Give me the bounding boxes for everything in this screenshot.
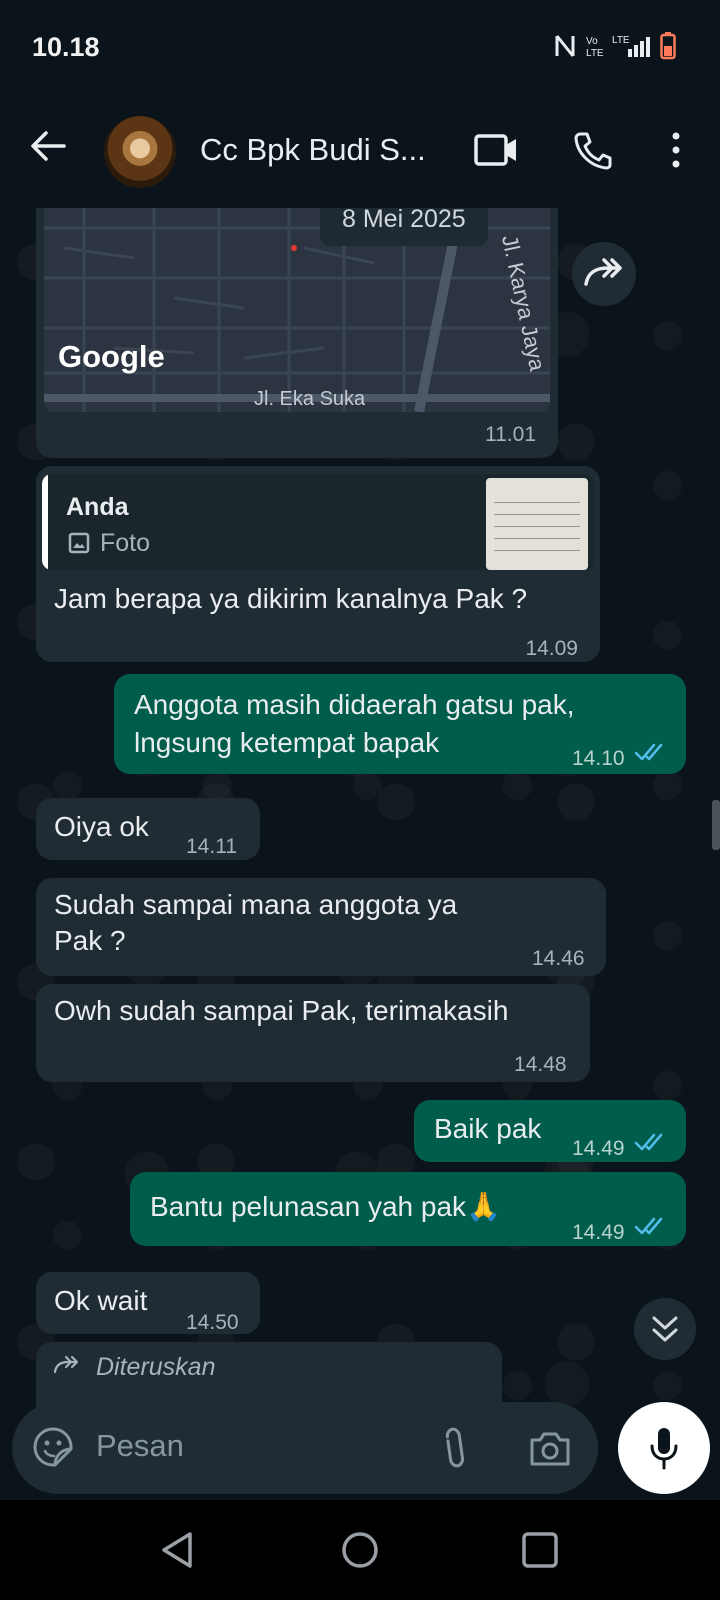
read-ticks-icon — [634, 1217, 663, 1235]
double-chevron-down-icon — [652, 1316, 678, 1342]
forward-icon — [584, 258, 622, 286]
svg-text:LTE: LTE — [586, 48, 604, 59]
battery-icon — [660, 32, 676, 60]
message-text: Anggota masih didaerah gatsu pak, — [134, 689, 575, 720]
nav-back-icon[interactable] — [158, 1530, 198, 1570]
message-time: 14.10 — [572, 747, 625, 770]
message-text: Jam berapa ya dikirim kanalnya Pak ? — [54, 583, 528, 614]
photo-icon — [68, 532, 90, 554]
status-time: 10.18 — [32, 32, 100, 62]
outgoing-message[interactable]: Baik pak 14.49 — [414, 1100, 686, 1162]
street-label: Jl. Eka Suka — [254, 388, 366, 410]
message-time: 14.49 — [572, 1137, 625, 1160]
nav-recents-icon[interactable] — [520, 1530, 560, 1570]
svg-text:LTE: LTE — [612, 35, 630, 46]
message-text: Owh sudah sampai Pak, terimakasih — [54, 995, 509, 1026]
message-time: 14.46 — [532, 947, 585, 970]
voice-call-icon[interactable] — [572, 130, 612, 170]
sticker-icon[interactable] — [32, 1426, 74, 1468]
scroll-to-bottom-button[interactable] — [634, 1298, 696, 1360]
message-composer[interactable]: Pesan — [12, 1402, 598, 1494]
incoming-message[interactable]: Owh sudah sampai Pak, terimakasih 14.48 — [36, 984, 590, 1082]
message-text: Pak ? — [54, 925, 126, 956]
video-call-icon[interactable] — [474, 132, 518, 168]
message-time: 14.48 — [514, 1053, 567, 1076]
message-time: 14.49 — [572, 1221, 625, 1244]
quoted-type: Foto — [68, 524, 150, 562]
google-logo: Google — [58, 339, 165, 374]
back-arrow-icon[interactable] — [28, 126, 68, 166]
quoted-photo-thumbnail — [486, 478, 588, 570]
quote-bar — [42, 474, 48, 570]
read-ticks-icon — [634, 743, 663, 761]
outgoing-message[interactable]: Bantu pelunasan yah pak🙏 14.49 — [130, 1172, 686, 1246]
forward-button[interactable] — [572, 242, 636, 306]
read-ticks-icon — [634, 1133, 663, 1151]
location-message[interactable]: Google Jl. Eka Suka Jl. Karya Jaya 8 Mei… — [36, 208, 558, 458]
message-text: Bantu pelunasan yah pak🙏 — [150, 1191, 501, 1222]
incoming-message[interactable]: Oiya ok 14.11 — [36, 798, 260, 860]
message-input[interactable]: Pesan — [96, 1428, 184, 1464]
more-options-icon[interactable] — [664, 130, 688, 170]
status-icons: Vo LTE LTE — [554, 32, 676, 60]
chat-title[interactable]: Cc Bpk Budi S... — [200, 132, 426, 168]
volte-icon: VoLTE — [586, 36, 604, 59]
message-text: Sudah sampai mana anggota ya — [54, 889, 458, 920]
incoming-message[interactable]: Sudah sampai mana anggota ya Pak ? 14.46 — [36, 878, 606, 976]
forwarded-label: Diteruskan — [96, 1353, 216, 1381]
chat-header: Cc Bpk Budi S... — [0, 96, 720, 208]
message-text: Ok wait — [54, 1285, 148, 1316]
voice-message-button[interactable] — [618, 1402, 710, 1494]
quoted-sender: Anda — [66, 493, 129, 521]
quoted-type-label: Foto — [100, 529, 151, 557]
status-bar: 10.18 Vo LTE LTE — [0, 0, 720, 96]
message-time: 14.09 — [525, 637, 578, 660]
scrollbar[interactable] — [712, 800, 720, 850]
chat-area[interactable]: Google Jl. Eka Suka Jl. Karya Jaya 8 Mei… — [0, 208, 720, 1500]
svg-text:Vo: Vo — [586, 36, 598, 47]
system-navigation-bar — [0, 1500, 720, 1600]
camera-icon[interactable] — [528, 1428, 572, 1468]
signal-icon: LTE — [612, 35, 650, 57]
message-text: Oiya ok — [54, 811, 149, 842]
nav-home-icon[interactable] — [340, 1530, 380, 1570]
avatar[interactable] — [104, 116, 176, 188]
forwarded-icon — [53, 1355, 79, 1374]
outgoing-message[interactable]: Anggota masih didaerah gatsu pak, lngsun… — [114, 674, 686, 774]
message-text: Baik pak — [434, 1113, 542, 1144]
message-time: 14.50 — [186, 1311, 239, 1334]
reply-message[interactable]: Anda Foto Jam berapa ya dikirim kanalnya… — [36, 466, 600, 662]
date-chip: 8 Mei 2025 — [320, 208, 488, 246]
incoming-message[interactable]: Ok wait 14.50 — [36, 1272, 260, 1334]
message-time: 11.01 — [485, 423, 536, 446]
message-time: 14.11 — [186, 835, 237, 858]
map-preview[interactable]: Google Jl. Eka Suka Jl. Karya Jaya 8 Mei… — [44, 208, 550, 412]
nfc-icon — [555, 35, 575, 57]
attach-icon[interactable] — [440, 1426, 470, 1470]
quoted-message[interactable]: Anda Foto — [42, 474, 594, 570]
mic-icon — [650, 1428, 678, 1470]
message-text: lngsung ketempat bapak — [134, 727, 440, 758]
